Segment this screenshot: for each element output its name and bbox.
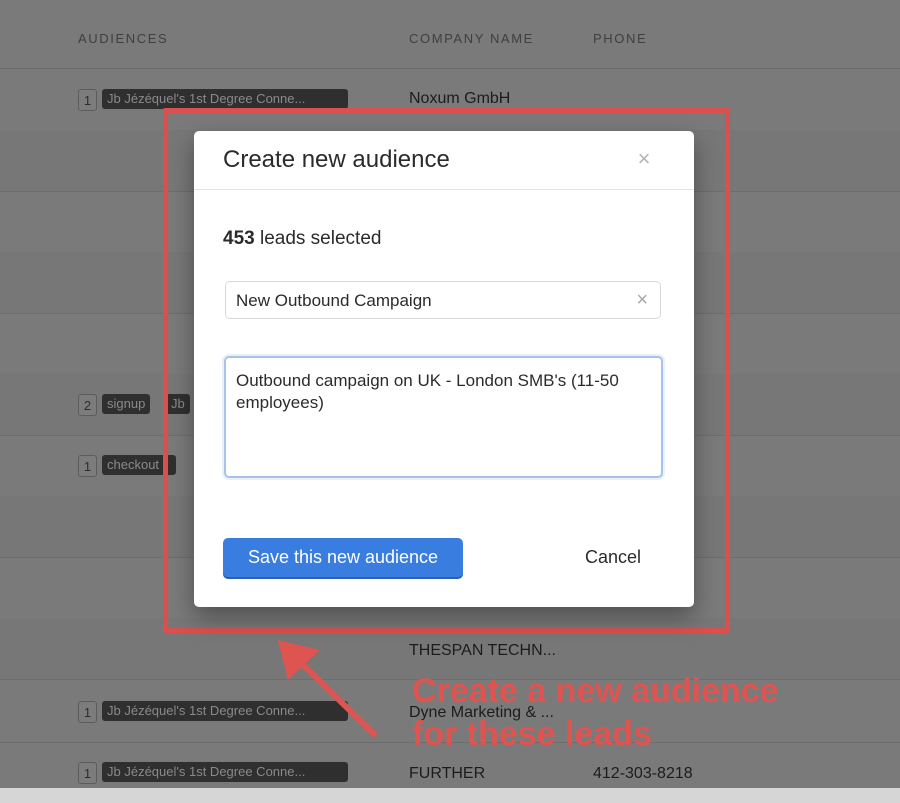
audience-name-input[interactable]: New Outbound Campaign × bbox=[225, 281, 661, 319]
audience-name-value: New Outbound Campaign bbox=[236, 291, 432, 310]
company-name: FURTHER bbox=[409, 765, 486, 782]
annotation-line-1: Create a new audience bbox=[412, 672, 779, 710]
audience-description-textarea[interactable]: Outbound campaign on UK - London SMB's (… bbox=[224, 356, 663, 478]
audience-description-value: Outbound campaign on UK - London SMB's (… bbox=[236, 371, 619, 412]
create-audience-dialog: Create new audience × 453 leads selected… bbox=[194, 131, 694, 607]
company-name: THESPAN TECHN... bbox=[409, 642, 556, 659]
audience-tag[interactable]: Jb Jézéquel's 1st Degree Conne... bbox=[102, 89, 348, 109]
clear-icon[interactable]: × bbox=[636, 290, 648, 310]
close-icon[interactable]: × bbox=[634, 148, 654, 170]
leads-count: 453 bbox=[223, 228, 255, 249]
table-header: AUDIENCES COMPANY NAME PHONE bbox=[0, 6, 900, 69]
company-name: Noxum GmbH bbox=[409, 90, 511, 107]
annotation-arrow-icon bbox=[278, 640, 377, 737]
audience-count: 1 bbox=[78, 455, 97, 477]
header-phone: PHONE bbox=[593, 31, 648, 46]
annotation-text: Create a new audience for these leads bbox=[412, 670, 779, 756]
save-audience-button[interactable]: Save this new audience bbox=[223, 538, 463, 577]
header-audiences: AUDIENCES bbox=[78, 31, 169, 46]
dialog-title: Create new audience bbox=[223, 146, 450, 173]
audience-tag[interactable]: signup bbox=[102, 394, 151, 414]
header-company-name: COMPANY NAME bbox=[409, 31, 534, 46]
audience-count: 1 bbox=[78, 89, 97, 111]
audience-tag[interactable]: Jb Jézéquel's 1st Degree Conne... bbox=[102, 762, 348, 782]
audience-count: 1 bbox=[78, 762, 97, 784]
dialog-header: Create new audience × bbox=[194, 131, 694, 190]
audience-count: 1 bbox=[78, 701, 97, 723]
phone-number: 412-303-8218 bbox=[593, 765, 693, 782]
leads-selected-text: 453 leads selected bbox=[223, 228, 381, 250]
leads-label: leads selected bbox=[254, 228, 382, 249]
cancel-button[interactable]: Cancel bbox=[585, 547, 641, 568]
annotation-line-2: for these leads bbox=[412, 715, 652, 753]
audience-count: 2 bbox=[78, 394, 97, 416]
